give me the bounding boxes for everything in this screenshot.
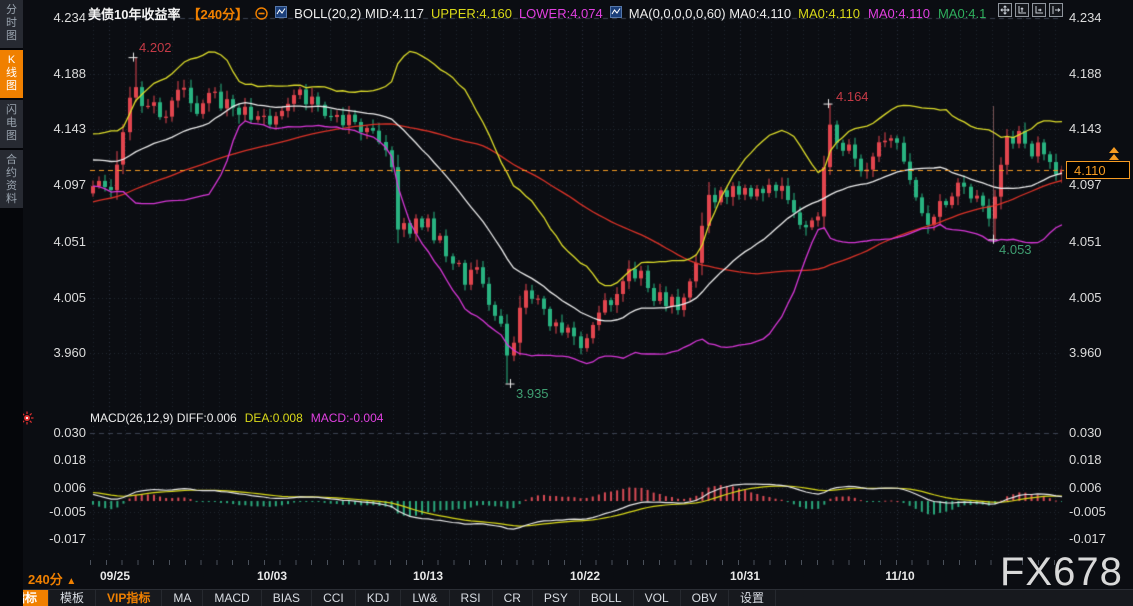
toolbar-item[interactable]: KDJ	[356, 590, 402, 606]
boll-lower-value: LOWER:4.074	[519, 6, 603, 21]
date-tick-label: 09/25	[85, 569, 145, 583]
indicator-toolbar: 指标模板VIP指标MAMACDBIASCCIKDJLW&RSICRPSYBOLL…	[0, 589, 1133, 606]
price-extreme-label: 4.053	[999, 243, 1032, 257]
sidebar-tab[interactable]: 闪电图	[0, 100, 23, 148]
axis-tick-label: -0.005	[1069, 504, 1131, 519]
date-tick-label: 10/22	[555, 569, 615, 583]
chart-header: 美债10年收益率 【240分】 BOLL(20,2) MID:4.117 UPP…	[23, 0, 1133, 26]
boll-indicator-icon	[275, 6, 287, 21]
sidebar-tab[interactable]: K线图	[0, 50, 23, 98]
toolbar-item[interactable]: 模板	[49, 590, 96, 606]
instrument-title: 美债10年收益率	[88, 4, 180, 23]
axis-tick-label: 4.051	[1069, 234, 1131, 249]
move-icon[interactable]	[998, 3, 1012, 17]
toolbar-item[interactable]: OBV	[681, 590, 729, 606]
toolbar-item[interactable]: 设置	[729, 590, 776, 606]
x-axis-ticks	[90, 560, 1062, 565]
toolbar-item[interactable]: MA	[162, 590, 203, 606]
date-axis-row: 240分 ▲ 09/25 10/03 10/13 10/22 10/31 11/10	[0, 568, 1133, 588]
axis-tick-label: 4.143	[1069, 121, 1131, 136]
ma-value: MA0:4.1	[938, 6, 986, 21]
price-extreme-label: 4.164	[836, 90, 869, 104]
axis-tick-label: 4.005	[1069, 290, 1131, 305]
sidebar-tab[interactable]: 合约资料	[0, 150, 23, 208]
scale-right-icon[interactable]	[1032, 3, 1046, 17]
sidebar-tab[interactable]: 分时图	[0, 0, 23, 48]
chart-canvas[interactable]	[0, 0, 1133, 570]
toolbar-item[interactable]: RSI	[450, 590, 493, 606]
price-extreme-label: 4.202	[139, 41, 172, 55]
current-price-tag: 4.110	[1066, 161, 1130, 179]
date-tick-label: 10/13	[398, 569, 458, 583]
price-extreme-label: 3.935	[516, 387, 549, 401]
fx678-watermark: FX678	[1000, 550, 1123, 595]
boll-values: BOLL(20,2) MID:4.117	[294, 6, 424, 21]
toolbar-item[interactable]: CCI	[312, 590, 356, 606]
exit-icon[interactable]	[1049, 3, 1063, 17]
toolbar-item[interactable]: CR	[493, 590, 533, 606]
ma-value: MA0:4.110	[868, 6, 930, 21]
ma-values: MA(0,0,0,0,0,60) MA0:4.110	[629, 6, 791, 21]
price-up-arrow-icon[interactable]	[1109, 147, 1119, 153]
macd-dea-value: DEA:0.008	[245, 411, 303, 425]
toolbar-item[interactable]: VIP指标	[96, 590, 162, 606]
date-tick-label: 10/31	[715, 569, 775, 583]
date-tick-label: 10/03	[242, 569, 302, 583]
period-selector[interactable]: 240分 ▲	[28, 569, 76, 588]
axis-tick-label: 0.030	[1069, 425, 1131, 440]
toolbar-item[interactable]: LW&	[401, 590, 449, 606]
price-up-arrow-icon[interactable]	[1109, 154, 1119, 160]
toolbar-item[interactable]: MACD	[203, 590, 261, 606]
scale-up-icon[interactable]	[1015, 3, 1029, 17]
macd-value: MACD:-0.004	[311, 411, 384, 425]
macd-diff-value: MACD(26,12,9) DIFF:0.006	[90, 411, 237, 425]
toolbar-item[interactable]: PSY	[533, 590, 580, 606]
ma-indicator-icon	[610, 6, 622, 21]
axis-tick-label: 0.006	[1069, 480, 1131, 495]
window-controls	[998, 3, 1063, 17]
axis-tick-label: 4.188	[1069, 66, 1131, 81]
axis-tick-label: 3.960	[1069, 345, 1131, 360]
trading-app-window: 分时图K线图闪电图合约资料 美债10年收益率 【240分】 BOLL(20,2)…	[0, 0, 1133, 606]
date-tick-label: 11/10	[870, 569, 930, 583]
boll-upper-value: UPPER:4.160	[431, 6, 512, 21]
collapse-icon[interactable]	[255, 7, 268, 20]
ma-value: MA0:4.110	[798, 6, 860, 21]
toolbar-item[interactable]: BOLL	[580, 590, 634, 606]
toolbar-item[interactable]: BIAS	[262, 590, 312, 606]
toolbar-item[interactable]: VOL	[634, 590, 681, 606]
ma-colored-values: MA0:4.110 MA0:4.110 MA0:4.1	[798, 6, 986, 21]
period-label[interactable]: 【240分】	[187, 4, 248, 23]
axis-tick-label: -0.017	[1069, 531, 1131, 546]
left-tab-sidebar: 分时图K线图闪电图合约资料	[0, 0, 23, 606]
axis-tick-label: 0.018	[1069, 452, 1131, 467]
macd-header: MACD(26,12,9) DIFF:0.006 DEA:0.008 MACD:…	[90, 411, 383, 425]
